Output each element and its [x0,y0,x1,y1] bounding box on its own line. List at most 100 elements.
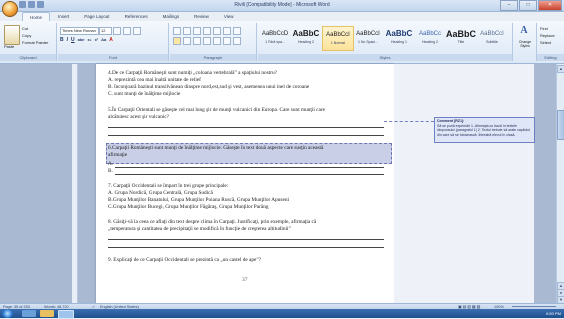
line-spacing-icon[interactable] [213,37,221,45]
question-4: 4.De ce Carpaţii Româneşti sunt numiţi „… [108,70,278,76]
change-styles-button[interactable]: Change Styles [514,40,536,48]
copy-button[interactable]: Copy [22,33,31,38]
style-name: Heading 2 [298,40,314,44]
font-size-select[interactable]: 12 [99,27,112,35]
change-styles-group: A Change Styles [514,23,537,61]
close-button[interactable]: ✕ [538,0,562,11]
style-item[interactable]: AaBbC Heading 2 [291,26,321,49]
answer-line [108,247,384,248]
superscript-button[interactable]: x² [95,37,99,43]
tab-home[interactable]: Home [22,12,51,21]
font-name-select[interactable]: Times New Roman [60,27,99,35]
ie-icon[interactable] [22,310,36,317]
style-item-selected[interactable]: AaBbCcI 1 Normal [322,26,354,51]
answer-option: B. înconjoară bazinul transilvănean dins… [108,84,310,90]
change-styles-icon[interactable]: A [514,25,534,39]
vertical-scrollbar[interactable] [556,64,564,303]
multilevel-list-icon[interactable] [193,27,201,35]
scroll-up-icon[interactable]: ▲ [557,65,564,73]
replace-button[interactable]: Replace [540,33,555,38]
taskbar: 6:50 PM [0,309,564,319]
question-5-line-2: alcătuiesc acest şir vulcanic? [108,114,170,120]
question-6: 6.Carpaţii Româneşti sunt munţi de înălţ… [108,145,324,151]
style-sample: AaBbCcI [480,31,504,37]
style-item[interactable]: AaBbC Heading 1 [384,26,414,49]
style-sample: AaBbCcI [356,31,380,37]
tab-view[interactable]: View [217,12,241,21]
style-item[interactable]: AaBbCc Heading 2 [415,26,445,49]
style-name: 1 Fără spa... [265,40,285,44]
office-button[interactable] [2,1,18,17]
style-name: Title [457,40,465,44]
answer-label-a: A. [108,161,114,167]
maximize-button[interactable]: □ [519,0,537,11]
style-sample: AaBbC [385,29,413,38]
system-clock[interactable]: 6:50 PM [546,309,561,318]
paste-icon[interactable] [4,25,20,45]
answer-option: A. Grupa Nordică, Grupa Centrală, Grupa … [108,190,213,196]
style-sample: AaBbC [446,29,476,39]
comment-balloon[interactable]: Comment [RZ1]: Să se pună exprimări 1. A… [434,117,535,143]
format-painter-button[interactable]: Format Painter [22,40,48,45]
list-buttons [173,27,241,35]
align-center-icon[interactable] [183,37,191,45]
answer-option: B.Grupa Munţilor Banatului, Grupa Munţil… [108,197,289,203]
bullets-icon[interactable] [173,27,181,35]
borders-icon[interactable] [233,37,241,45]
tab-review[interactable]: Review [187,12,216,21]
folder-icon[interactable] [40,310,54,317]
underline-button[interactable]: U [71,37,75,43]
tab-references[interactable]: References [118,12,155,21]
answer-line [108,135,384,136]
clear-format-icon[interactable] [133,27,141,35]
numbering-icon[interactable] [183,27,191,35]
show-marks-icon[interactable] [233,27,241,35]
find-button[interactable]: Find [540,26,548,31]
answer-label-b: B. [108,168,113,174]
decrease-indent-icon[interactable] [203,27,211,35]
style-item[interactable]: AaBbC Title [446,26,476,49]
strikethrough-button[interactable]: abe [78,37,85,43]
shrink-font-icon[interactable] [123,27,131,35]
zoom-slider[interactable] [512,306,556,307]
document-area [0,64,556,303]
style-name: Subtitle [486,40,498,44]
style-item[interactable]: AaBbCcI Subtitle [477,26,507,49]
tab-page-layout[interactable]: Page Layout [77,12,116,21]
question-8-line-2: „temperatura şi cantitatea de precipitaţ… [108,226,291,232]
scroll-thumb[interactable] [557,110,564,140]
answer-line [108,127,384,128]
vertical-ruler [72,64,78,303]
style-sample: AaBbC [292,29,320,38]
sort-icon[interactable] [223,27,231,35]
bold-button[interactable]: B [60,37,64,43]
font-group-label: Font [58,54,168,61]
clipboard-group-label: Clipboard [0,54,56,61]
shading-icon[interactable] [223,37,231,45]
start-button[interactable] [2,309,13,318]
justify-icon[interactable] [203,37,211,45]
align-left-icon[interactable] [173,37,181,45]
font-color-button[interactable]: A [109,37,113,43]
style-item[interactable]: AaBbCcI 1 No Spaci... [353,26,383,49]
grow-font-icon[interactable] [113,27,121,35]
tab-mailings[interactable]: Mailings [156,12,187,21]
cut-button[interactable]: Cut [22,26,28,31]
editing-group: Find Replace Select Editing [537,23,564,61]
paste-button[interactable]: Paste [4,44,14,49]
select-button[interactable]: Select [540,40,551,45]
italic-button[interactable]: I [67,37,68,43]
ribbon-tabs: Home Insert Page Layout References Maili… [22,12,241,21]
minimize-button[interactable]: – [500,0,518,11]
paragraph-group: Paragraph [170,23,257,61]
change-case-button[interactable]: Aa [101,37,106,43]
increase-indent-icon[interactable] [213,27,221,35]
question-8: 8. Găsiţi-vă la ceea ce aflaţi din text … [108,219,317,225]
tab-insert[interactable]: Insert [51,12,76,21]
style-item[interactable]: AaBbCcD 1 Fără spa... [260,26,290,49]
title-bar: Rivili [Compatibility Mode] - Microsoft … [0,0,564,12]
page-number: 37 [242,277,248,283]
answer-option: A. reprezintă cea mai înaltă unitate de … [108,77,201,83]
align-right-icon[interactable] [193,37,201,45]
subscript-button[interactable]: x₂ [88,37,92,43]
